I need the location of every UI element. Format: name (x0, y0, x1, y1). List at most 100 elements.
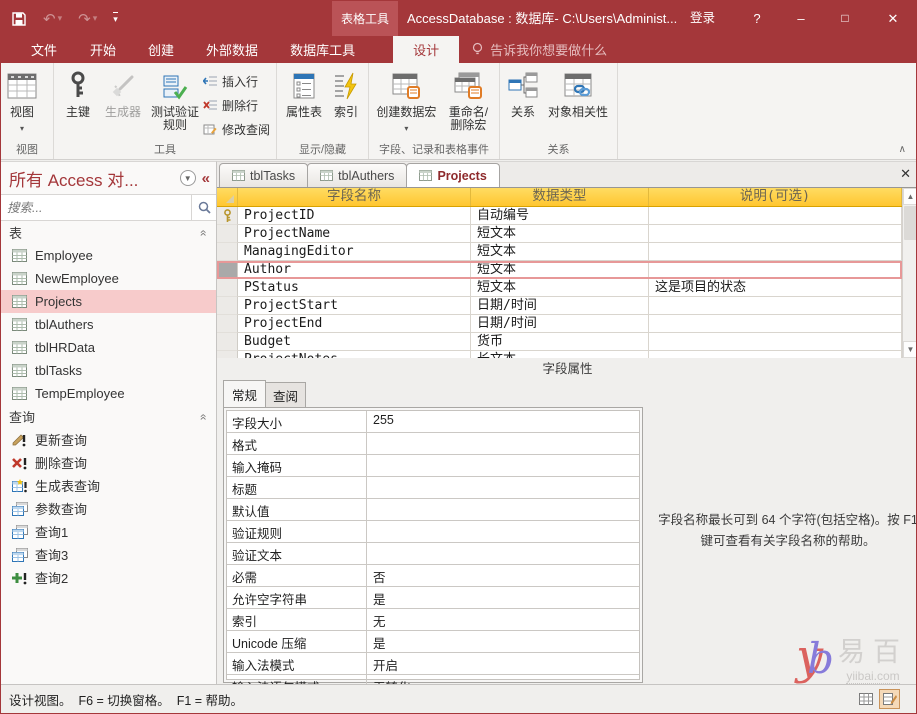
nav-section-tables[interactable]: 表 » (1, 221, 216, 244)
property-value[interactable]: 否 (367, 565, 639, 586)
create-data-macros-button[interactable]: 创建数据宏 ▾ (372, 67, 441, 143)
maximize-button[interactable]: □ (827, 1, 863, 36)
customize-qat-button[interactable]: ▾ (113, 12, 118, 25)
sign-in-button[interactable]: 登录 (684, 1, 721, 36)
field-name-cell[interactable]: ProjectEnd (238, 315, 471, 333)
datasheet-view-button[interactable] (855, 689, 876, 709)
field-row-projectstart[interactable]: ProjectStart 日期/时间 (217, 297, 902, 315)
property-value[interactable]: 是 (367, 631, 639, 652)
delete-rows-button[interactable]: 删除行 (203, 95, 270, 115)
modify-lookups-button[interactable]: 修改查阅 (203, 119, 270, 139)
field-row-author-current[interactable]: Author 短文本 (217, 261, 902, 279)
search-icon[interactable] (192, 201, 216, 214)
property-value[interactable] (367, 455, 639, 476)
shutter-bar-close-button[interactable]: « (202, 170, 210, 187)
close-button[interactable]: ✕ (873, 1, 913, 36)
field-row-projectid[interactable]: ProjectID 自动编号 (217, 207, 902, 225)
collapse-ribbon-button[interactable]: ∧ (899, 144, 906, 155)
sidebar-item-newemployee[interactable]: NewEmployee (1, 267, 216, 290)
save-button[interactable] (11, 11, 27, 27)
test-validation-rules-button[interactable]: 测试验证规则 (147, 67, 203, 143)
close-document-button[interactable]: ✕ (900, 166, 911, 182)
description-cell[interactable]: 这是项目的状态 (649, 279, 902, 297)
search-input[interactable] (1, 201, 191, 215)
description-cell[interactable] (649, 225, 902, 243)
field-name-cell[interactable]: ProjectID (238, 207, 471, 225)
property-value[interactable]: 255 (367, 411, 639, 432)
primary-key-button[interactable]: 主键 (57, 67, 99, 143)
data-type-cell[interactable]: 长文本 (471, 351, 649, 358)
field-name-cell[interactable]: ProjectNotes (238, 351, 471, 358)
field-row-projectend[interactable]: ProjectEnd 日期/时间 (217, 315, 902, 333)
field-name-cell[interactable]: ProjectStart (238, 297, 471, 315)
nav-menu-button[interactable]: ▼ (180, 170, 196, 186)
tab-design[interactable]: 设计 (393, 36, 459, 63)
property-value[interactable] (367, 477, 639, 498)
scroll-down-button[interactable]: ▼ (903, 341, 917, 358)
property-value[interactable] (367, 499, 639, 520)
sidebar-item-parameter-query[interactable]: 参数查询 (1, 497, 216, 520)
scrollbar-thumb[interactable] (904, 206, 917, 240)
tab-database-tools[interactable]: 数据库工具 (274, 36, 371, 63)
sidebar-item-tblauthers[interactable]: tblAuthers (1, 313, 216, 336)
field-row-budget[interactable]: Budget 货币 (217, 333, 902, 351)
row-selector[interactable] (217, 207, 238, 225)
property-value[interactable]: 无 (367, 609, 639, 630)
data-type-cell[interactable]: 日期/时间 (471, 315, 649, 333)
field-row-pstatus[interactable]: PStatus 短文本 这是项目的状态 (217, 279, 902, 297)
doc-tab-tbltasks[interactable]: tblTasks (219, 163, 308, 187)
description-cell[interactable] (649, 333, 902, 351)
data-type-cell[interactable]: 自动编号 (471, 207, 649, 225)
field-row-projectnotes[interactable]: ProjectNotes 长文本 (217, 351, 902, 358)
data-type-cell[interactable]: 短文本 (471, 261, 649, 279)
minimize-button[interactable]: – (783, 1, 819, 36)
property-value[interactable] (367, 433, 639, 454)
field-name-cell[interactable]: ManagingEditor (238, 243, 471, 261)
nav-section-queries[interactable]: 查询 » (1, 405, 216, 428)
help-button[interactable]: ? (743, 1, 771, 36)
builder-button[interactable]: 生成器 (99, 67, 147, 143)
design-view-button[interactable] (879, 689, 900, 709)
tab-create[interactable]: 创建 (132, 36, 190, 63)
row-selector[interactable] (217, 351, 238, 358)
data-type-cell[interactable]: 短文本 (471, 225, 649, 243)
tell-me-box[interactable]: 告诉我你想要做什么 (463, 36, 615, 63)
sidebar-item-tbltasks[interactable]: tblTasks (1, 359, 216, 382)
row-selector[interactable] (217, 279, 238, 297)
tab-general[interactable]: 常规 (223, 380, 266, 407)
property-value[interactable]: 是 (367, 587, 639, 608)
relationships-button[interactable]: 关系 (503, 67, 543, 143)
doc-tab-projects[interactable]: Projects (406, 163, 499, 187)
sidebar-item-query3[interactable]: 查询3 (1, 543, 216, 566)
sidebar-item-query1[interactable]: 查询1 (1, 520, 216, 543)
description-cell[interactable] (649, 315, 902, 333)
view-button[interactable]: 视图 ▾ (4, 67, 40, 143)
property-value[interactable] (367, 543, 639, 564)
rename-delete-macro-button[interactable]: 重命名/删除宏 (441, 67, 496, 143)
sidebar-item-query2[interactable]: 查询2 (1, 566, 216, 589)
description-cell[interactable] (649, 243, 902, 261)
tab-lookup[interactable]: 查阅 (265, 382, 306, 407)
sidebar-item-delete-query[interactable]: 删除查询 (1, 451, 216, 474)
tab-home[interactable]: 开始 (74, 36, 132, 63)
undo-button[interactable]: ↶▾ (43, 10, 62, 28)
grid-vertical-scrollbar[interactable]: ▲ ▼ (902, 188, 917, 358)
redo-button[interactable]: ↷▾ (78, 10, 97, 28)
field-name-cell[interactable]: Author (238, 261, 471, 279)
data-type-cell[interactable]: 短文本 (471, 243, 649, 261)
data-type-cell[interactable]: 日期/时间 (471, 297, 649, 315)
row-selector[interactable] (217, 333, 238, 351)
doc-tab-tblauthers[interactable]: tblAuthers (307, 163, 407, 187)
property-sheet-button[interactable]: 属性表 (280, 67, 328, 143)
property-value[interactable] (367, 521, 639, 542)
row-selector[interactable] (217, 315, 238, 333)
description-cell[interactable] (649, 297, 902, 315)
sidebar-item-projects[interactable]: Projects (1, 290, 216, 313)
sidebar-item-make-table-query[interactable]: 生成表查询 (1, 474, 216, 497)
indexes-button[interactable]: 索引 (328, 67, 364, 143)
row-selector[interactable] (217, 243, 238, 261)
tab-external-data[interactable]: 外部数据 (190, 36, 274, 63)
field-name-cell[interactable]: PStatus (238, 279, 471, 297)
scroll-up-button[interactable]: ▲ (903, 188, 917, 205)
data-type-cell[interactable]: 货币 (471, 333, 649, 351)
